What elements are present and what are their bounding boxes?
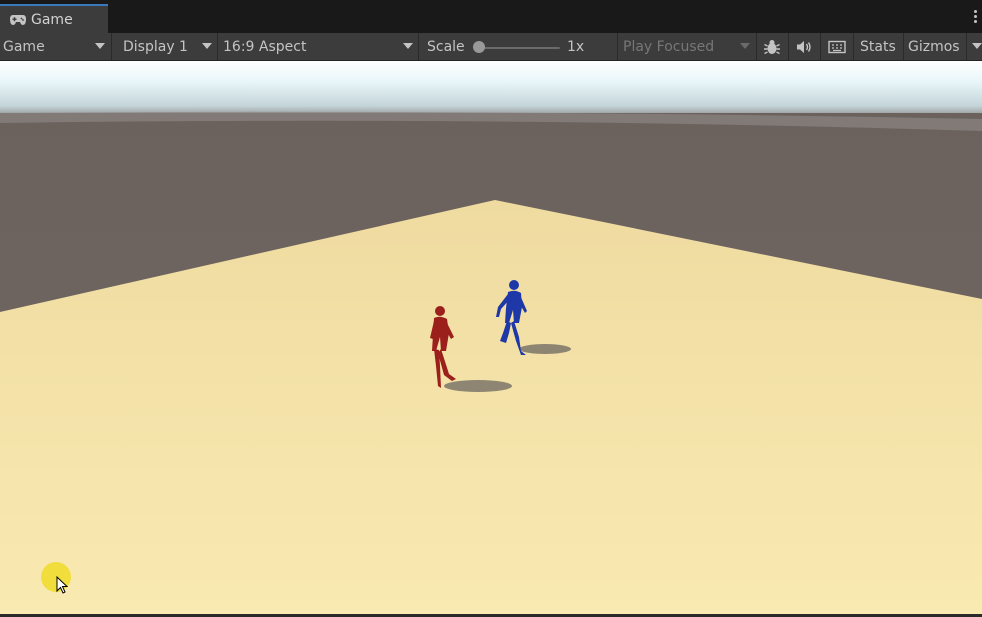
aspect-dropdown[interactable]: 16:9 Aspect (223, 33, 413, 60)
scale-slider-handle[interactable] (473, 41, 485, 53)
gizmos-button[interactable]: Gizmos (908, 33, 968, 60)
speaker-icon[interactable] (789, 33, 819, 60)
bug-icon[interactable] (757, 33, 787, 60)
display-label: Display 1 (123, 38, 188, 55)
chevron-down-icon (403, 43, 413, 49)
scale-slider-track[interactable] (478, 47, 560, 49)
more-options-icon[interactable] (973, 10, 979, 26)
gamepad-icon (9, 14, 27, 26)
keyboard-icon[interactable] (822, 33, 852, 60)
play-mode-dropdown[interactable]: Play Focused (623, 33, 753, 60)
chevron-down-icon (740, 43, 750, 49)
gizmos-menu-chevron-icon[interactable] (972, 43, 982, 49)
aspect-label: 16:9 Aspect (223, 38, 307, 55)
view-mode-dropdown[interactable]: Game (3, 33, 109, 60)
sky (0, 61, 982, 121)
chevron-down-icon (95, 43, 105, 49)
game-viewport[interactable] (0, 61, 982, 617)
play-mode-label: Play Focused (623, 38, 715, 55)
scene-render (0, 61, 982, 617)
tab-game[interactable]: Game (0, 4, 108, 33)
tab-label: Game (31, 11, 73, 28)
view-mode-label: Game (3, 38, 45, 55)
mouse-cursor-icon (56, 576, 68, 594)
stats-button[interactable]: Stats (860, 33, 902, 60)
tab-bar: Game (0, 0, 982, 33)
scale-value: 1x (567, 38, 585, 55)
chevron-down-icon (202, 43, 212, 49)
scale-label: Scale (427, 38, 465, 55)
